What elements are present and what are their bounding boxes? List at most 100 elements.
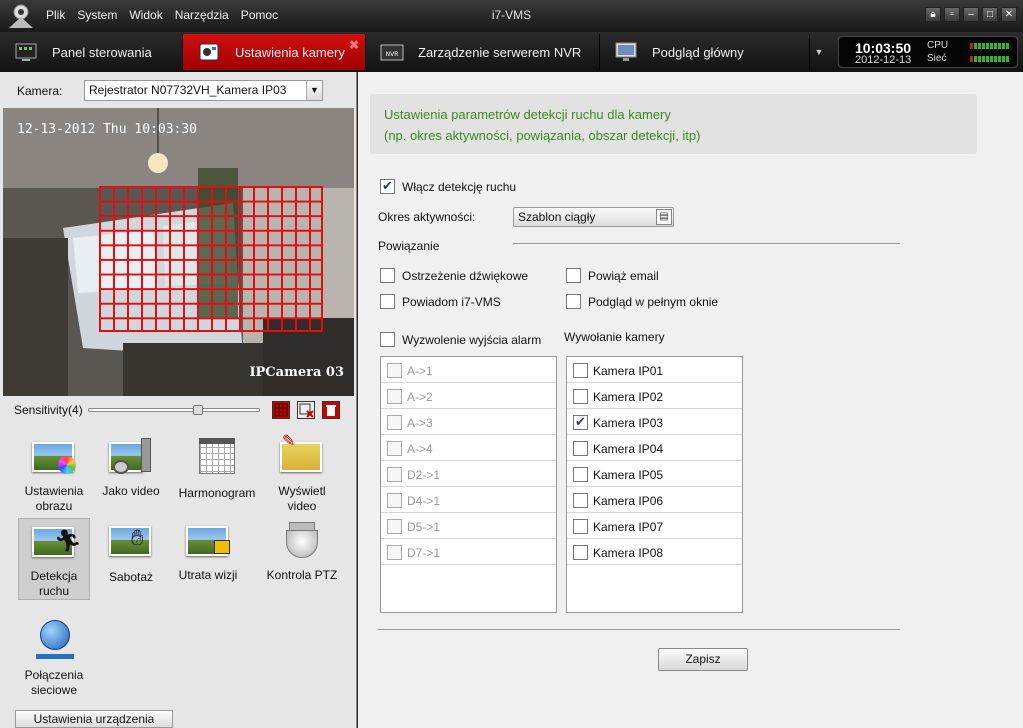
tab-control-panel[interactable]: Panel sterowania (0, 34, 183, 70)
cpu-meter (970, 43, 1010, 49)
close-tab-icon[interactable]: ✖ (349, 38, 359, 52)
alarm-out-label: A->2 (407, 390, 433, 404)
camera-call-checkbox[interactable] (573, 519, 588, 534)
menu-bar: Plik System Widok Narzędzia Pomoc (46, 8, 290, 22)
list-item[interactable]: A->2 (381, 383, 556, 409)
tab-camera-settings[interactable]: Ustawienia kamery ✖ (183, 34, 366, 70)
tool-schedule[interactable]: Harmonogram (175, 434, 259, 501)
tool-motion-detection[interactable]: 🏃︎ Detekcja ruchu (18, 518, 90, 600)
list-item[interactable]: A->1 (381, 357, 556, 383)
tool-network[interactable]: Połączenia sieciowe (18, 618, 90, 698)
list-item[interactable]: Kamera IP04 (567, 435, 742, 461)
linkage-title: Powiązanie (378, 239, 440, 253)
alarm-output-checkbox[interactable] (380, 332, 395, 347)
restore-icon[interactable]: ▫ (944, 7, 960, 22)
list-item[interactable]: Kamera IP06 (567, 487, 742, 513)
list-item[interactable]: Kamera IP08 (567, 539, 742, 565)
list-item[interactable]: Kamera IP07 (567, 513, 742, 539)
camera-call-checkbox[interactable] (573, 441, 588, 456)
camera-call-checkbox[interactable] (573, 493, 588, 508)
app-logo-icon (9, 4, 33, 28)
tab-main-view[interactable]: Podgląd główny (600, 34, 810, 70)
fullscreen-preview-checkbox[interactable] (566, 294, 581, 309)
alarm-out-checkbox[interactable] (387, 441, 402, 456)
alarm-out-checkbox[interactable] (387, 493, 402, 508)
grid-icon (274, 403, 288, 417)
tab-label: Ustawienia kamery (235, 44, 345, 60)
clear-area-button[interactable] (297, 401, 315, 419)
camera-select[interactable]: Rejestrator N07732VH_Kamera IP03 ▼ (84, 80, 323, 101)
list-item[interactable]: D7->1 (381, 539, 556, 565)
menu-tools[interactable]: Narzędzia (175, 8, 229, 22)
lock-icon[interactable]: 🔒︎ (925, 7, 941, 22)
device-settings-button[interactable]: Ustawienia urządzenia (15, 710, 173, 728)
notify-vms-checkbox[interactable] (380, 294, 395, 309)
camera-call-label: Kamera IP06 (593, 494, 664, 508)
list-item[interactable]: A->4 (381, 435, 556, 461)
menu-system[interactable]: System (77, 8, 117, 22)
network-meter (970, 56, 1010, 62)
video-preview[interactable]: 12-13-2012 Thu 10:03:30 IPCamera 03 (3, 108, 354, 396)
camera-call-checkbox[interactable] (573, 414, 588, 430)
schedule-picker-icon[interactable]: ▤ (656, 209, 672, 225)
list-item[interactable]: A->3 (381, 409, 556, 435)
minimize-icon[interactable]: ‒ (963, 7, 979, 22)
save-button[interactable]: Zapisz (658, 648, 748, 671)
enable-motion-label: Włącz detekcję ruchu (402, 180, 517, 194)
camera-call-checkbox[interactable] (573, 363, 588, 378)
link-email-checkbox[interactable] (566, 268, 581, 283)
tool-ptz-control[interactable]: Kontrola PTZ (266, 518, 338, 583)
motion-detection-icon: 🏃︎ (30, 519, 82, 563)
maximize-icon[interactable]: □ (982, 7, 998, 22)
alarm-out-label: A->1 (407, 364, 433, 378)
list-item[interactable]: Kamera IP03 (567, 409, 742, 435)
period-select[interactable]: Szablon ciągły ▤ (513, 207, 674, 227)
draw-grid-button[interactable] (272, 401, 290, 419)
close-icon[interactable]: ✕ (1001, 7, 1017, 22)
camera-call-checkbox[interactable] (573, 467, 588, 482)
link-email-label: Powiąż email (588, 269, 659, 283)
alarm-out-checkbox[interactable] (387, 415, 402, 430)
sensitivity-label: Sensitivity(4) (14, 403, 83, 417)
calendar-icon (193, 434, 241, 478)
alarm-out-label: D7->1 (407, 546, 441, 560)
tool-display-video[interactable]: ✎ Wyświetl video (266, 434, 338, 514)
chevron-down-icon[interactable]: ▼ (306, 81, 322, 100)
alarm-out-checkbox[interactable] (387, 389, 402, 404)
alarm-out-checkbox[interactable] (387, 545, 402, 560)
camera-call-checkbox[interactable] (573, 545, 588, 560)
list-item[interactable]: D4->1 (381, 487, 556, 513)
delete-button[interactable] (322, 401, 340, 419)
list-item[interactable]: Kamera IP02 (567, 383, 742, 409)
tool-tamper[interactable]: ✋︎ Sabotaż (95, 518, 167, 585)
tool-video-quality[interactable]: Jako video (95, 434, 167, 499)
list-item[interactable]: D5->1 (381, 513, 556, 539)
menu-help[interactable]: Pomoc (241, 8, 278, 22)
status-clock: 10:03:50 2012-12-13 CPU Sieć (838, 36, 1018, 68)
chevron-down-icon[interactable]: ▼ (810, 34, 828, 70)
osd-camera-name: IPCamera 03 (249, 365, 344, 380)
list-item[interactable]: D2->1 (381, 461, 556, 487)
tool-image-settings[interactable]: Ustawienia obrazu (18, 434, 90, 514)
tool-video-loss[interactable]: Utrata wizji (172, 518, 244, 583)
camera-call-label: Kamera IP08 (593, 546, 664, 560)
enable-motion-checkbox[interactable] (380, 178, 395, 194)
motion-settings-panel: Ustawienia parametrów detekcji ruchu dla… (358, 72, 1023, 728)
audio-warning-checkbox[interactable] (380, 268, 395, 283)
menu-view[interactable]: Widok (129, 8, 162, 22)
menu-file[interactable]: Plik (46, 8, 65, 22)
slider-knob[interactable] (193, 405, 203, 415)
tab-nvr-management[interactable]: NVR Zarządzenie serwerem NVR (366, 34, 600, 70)
clock-date: 2012-12-13 (855, 54, 912, 66)
list-item[interactable]: Kamera IP05 (567, 461, 742, 487)
tab-bar: Panel sterowania Ustawienia kamery ✖ NVR… (0, 32, 1023, 72)
motion-detection-grid[interactable] (99, 186, 323, 332)
sensitivity-slider[interactable] (88, 405, 260, 415)
list-item[interactable]: Kamera IP01 (567, 357, 742, 383)
alarm-out-checkbox[interactable] (387, 519, 402, 534)
camera-call-title: Wywołanie kamery (564, 330, 665, 344)
alarm-out-label: D4->1 (407, 494, 441, 508)
camera-call-checkbox[interactable] (573, 389, 588, 404)
alarm-out-checkbox[interactable] (387, 363, 402, 378)
alarm-out-checkbox[interactable] (387, 467, 402, 482)
